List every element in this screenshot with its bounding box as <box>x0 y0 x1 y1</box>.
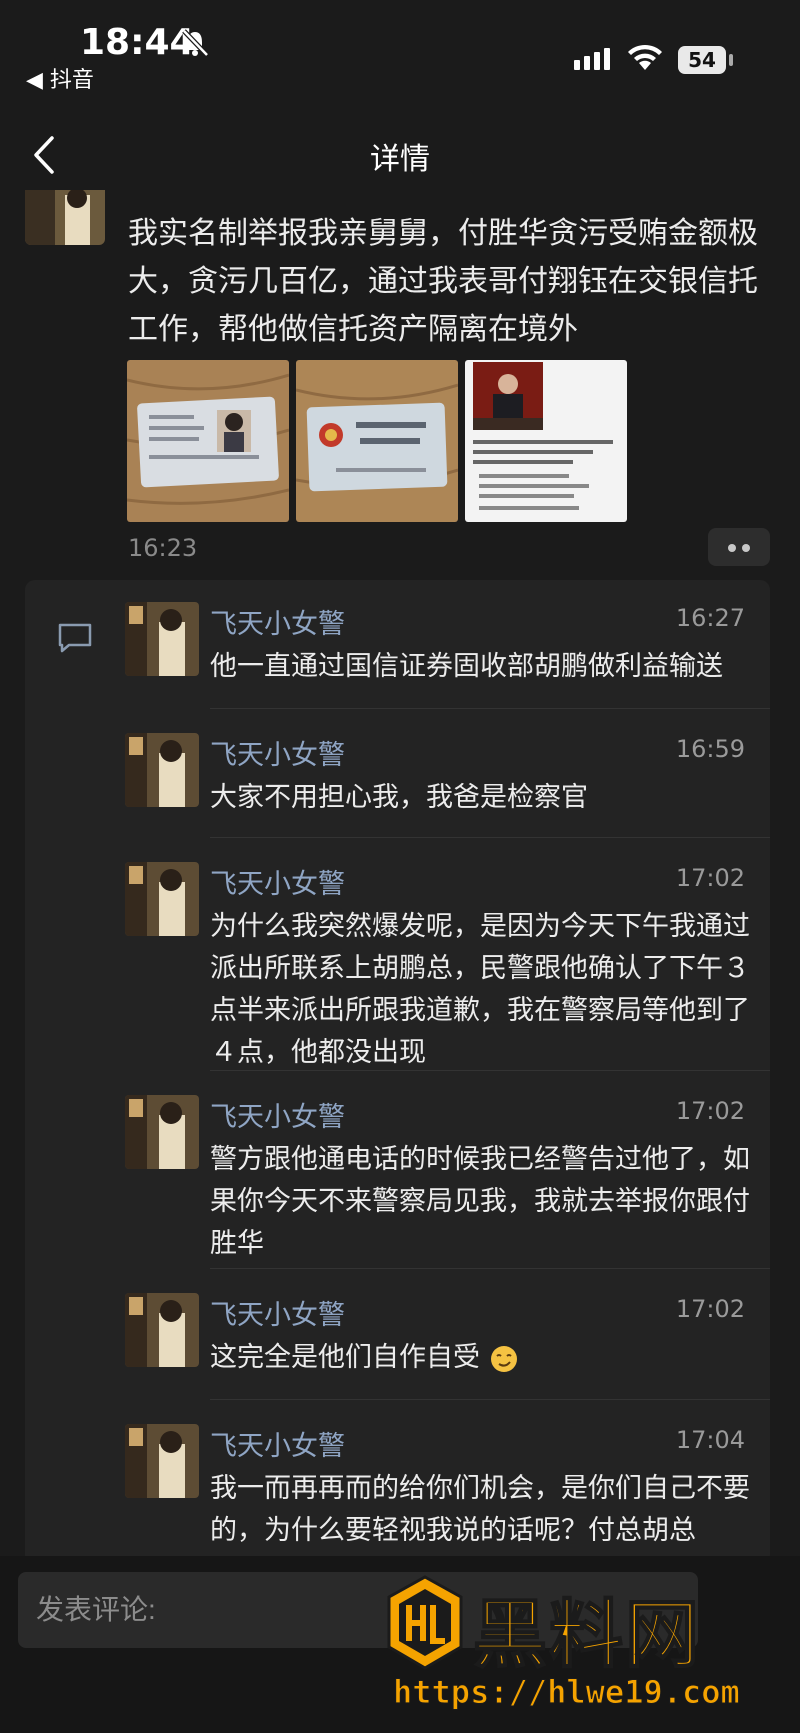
avatar[interactable] <box>125 1424 199 1498</box>
post-timestamp: 16:23 <box>128 534 198 562</box>
comment-timestamp: 16:27 <box>675 604 745 632</box>
comment-text: 这完全是他们自作自受 <box>210 1342 480 1373</box>
divider <box>210 1268 770 1269</box>
comment-username[interactable]: 飞天小女警 <box>210 1293 345 1332</box>
status-time: 18:44 <box>80 22 195 63</box>
comment-username[interactable]: 飞天小女警 <box>210 1095 345 1134</box>
comment-username[interactable]: 飞天小女警 <box>210 1424 345 1463</box>
comment-text-row: 这完全是他们自作自受 <box>210 1337 755 1379</box>
battery-tip <box>729 54 733 66</box>
post-text: 我实名制举报我亲舅舅，付胜华贪污受贿金额极大，贪污几百亿，通过我表哥付翔钰在交银… <box>128 216 758 347</box>
watermark: 黑料网 https://hlwe19.com <box>385 1575 785 1725</box>
bell-muted-icon <box>182 29 209 57</box>
divider <box>210 837 770 838</box>
comment-username[interactable]: 飞天小女警 <box>210 862 345 901</box>
comment-text: 大家不用担心我，我爸是检察官 <box>210 782 588 813</box>
comment-text: 警方跟他通电话的时候我已经警告过他了，如果你今天不来警察局见我，我就去举报你跟付… <box>210 1144 750 1259</box>
comment-timestamp: 16:59 <box>675 735 745 763</box>
nav-bar: 详情 <box>0 120 800 190</box>
avatar[interactable] <box>25 190 105 245</box>
status-bar: 18:44 ◀ 抖音 54 <box>0 0 800 100</box>
avatar[interactable] <box>125 1293 199 1367</box>
comment-timestamp: 17:04 <box>675 1426 745 1454</box>
comment-text: 为什么我突然爆发呢，是因为今天下午我通过派出所联系上胡鹏总，民警跟他确认了下午３… <box>210 911 750 1068</box>
avatar[interactable] <box>125 733 199 807</box>
avatar[interactable] <box>125 602 199 676</box>
watermark-url: https://hlwe19.com <box>393 1673 741 1712</box>
post-image-id-card-front[interactable] <box>127 360 289 522</box>
watermark-logo-icon <box>387 1575 463 1670</box>
comment-timestamp: 17:02 <box>675 864 745 892</box>
divider <box>210 1399 770 1400</box>
comment-text: 我一而再再而的给你们机会，是你们自己不要的，为什么要轻视我说的话呢？付总胡总 <box>210 1473 750 1546</box>
dot-icon <box>742 544 750 552</box>
comment-bubble-icon <box>58 623 92 653</box>
divider <box>210 1070 770 1071</box>
smirk-emoji-icon <box>490 1345 517 1372</box>
comments-panel: 飞天小女警 16:27 他一直通过国信证券固收部胡鹏做利益输送 飞天小女警 16… <box>25 580 770 1565</box>
comment-username[interactable]: 飞天小女警 <box>210 733 345 772</box>
page-title: 详情 <box>370 142 430 177</box>
comment-timestamp: 17:02 <box>675 1097 745 1125</box>
battery-indicator: 54 <box>678 46 726 74</box>
comment-username[interactable]: 飞天小女警 <box>210 602 345 641</box>
post-image-profile-document[interactable] <box>465 360 627 522</box>
back-to-app-link[interactable]: ◀ 抖音 <box>26 62 94 94</box>
comment-timestamp: 17:02 <box>675 1295 745 1323</box>
dot-icon <box>728 544 736 552</box>
divider <box>210 708 770 709</box>
more-options-button[interactable] <box>708 528 770 566</box>
wifi-icon <box>628 44 662 70</box>
avatar[interactable] <box>125 1095 199 1169</box>
comment-text: 他一直通过国信证券固收部胡鹏做利益输送 <box>210 651 723 682</box>
post-image-id-card-back[interactable] <box>296 360 458 522</box>
avatar[interactable] <box>125 862 199 936</box>
cellular-signal-icon <box>574 48 614 70</box>
watermark-name: 黑料网 <box>472 1591 701 1679</box>
